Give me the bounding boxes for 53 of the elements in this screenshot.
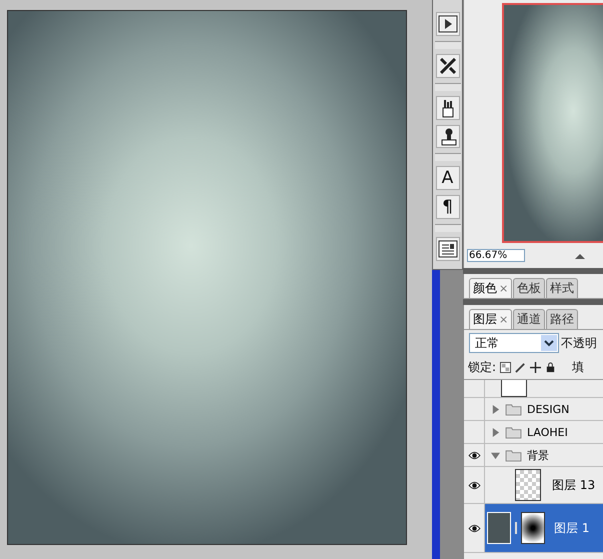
wrench-screwdriver-icon[interactable] — [436, 54, 460, 78]
document-icon[interactable] — [436, 237, 460, 262]
palette-grip[interactable] — [434, 40, 460, 49]
layer-group-row[interactable]: 背景 — [464, 444, 603, 467]
eye-icon — [468, 450, 480, 460]
layer-name: 背景 — [527, 448, 549, 462]
zoom-field[interactable]: 66.67% — [467, 249, 525, 262]
play-icon[interactable] — [436, 12, 460, 36]
brush-icon[interactable] — [515, 362, 526, 373]
palette-grip[interactable] — [434, 224, 460, 232]
transparent-thumbnail — [515, 469, 541, 501]
tool-button[interactable]: A — [436, 166, 460, 190]
panel-tab[interactable]: 通道 — [513, 309, 546, 329]
stamp-icon[interactable] — [436, 124, 460, 148]
triangle-down-icon[interactable] — [491, 450, 500, 460]
layer-row[interactable]: 图层 1 — [464, 504, 603, 553]
chevron-down-icon[interactable] — [541, 335, 557, 351]
blend-mode-dropdown[interactable]: 正常 — [469, 333, 559, 353]
palette-grip[interactable] — [434, 153, 460, 162]
folder-icon — [505, 448, 522, 462]
lock-label: 锁定: — [468, 359, 496, 376]
panel-tab[interactable]: 颜色 × — [469, 278, 512, 298]
panel-tab[interactable]: 图层 × — [469, 309, 512, 329]
layer-thumbnail — [487, 512, 511, 544]
layer-group-row[interactable]: LAOHEI — [464, 421, 603, 444]
layer-group-row[interactable]: DESIGN — [464, 398, 603, 421]
checkerboard-icon[interactable] — [500, 362, 512, 373]
tool-button[interactable]: ¶ — [436, 195, 460, 220]
layer-name: DESIGN — [527, 402, 570, 416]
lock-icon[interactable] — [545, 362, 556, 373]
triangle-right-icon[interactable] — [491, 428, 500, 436]
zoom-out-icon[interactable] — [575, 252, 585, 258]
triangle-right-icon[interactable] — [491, 404, 500, 414]
layer-name: 图层 1 — [554, 520, 590, 536]
eye-icon — [468, 524, 480, 532]
chain-icon — [514, 522, 518, 534]
mask-thumbnail — [521, 512, 545, 544]
panel-tab[interactable]: 色板 — [513, 278, 546, 298]
folder-icon — [505, 426, 522, 438]
eye-icon — [468, 480, 480, 490]
opacity-label: 不透明 — [561, 334, 597, 352]
move-icon[interactable] — [530, 362, 542, 373]
fill-label: 填 — [572, 359, 584, 376]
panel-tab[interactable]: 路径 — [546, 309, 578, 329]
layer-row[interactable] — [464, 380, 603, 398]
layer-row[interactable]: 图层 13 — [464, 467, 603, 504]
visibility-toggle[interactable] — [464, 504, 485, 552]
panel-tab[interactable]: 样式 — [546, 278, 578, 298]
layer-name: LAOHEI — [527, 426, 568, 438]
brush-cup-icon[interactable] — [436, 96, 460, 120]
layer-name: 图层 13 — [552, 476, 596, 494]
palette-grip[interactable] — [434, 82, 460, 91]
folder-icon — [505, 402, 522, 416]
